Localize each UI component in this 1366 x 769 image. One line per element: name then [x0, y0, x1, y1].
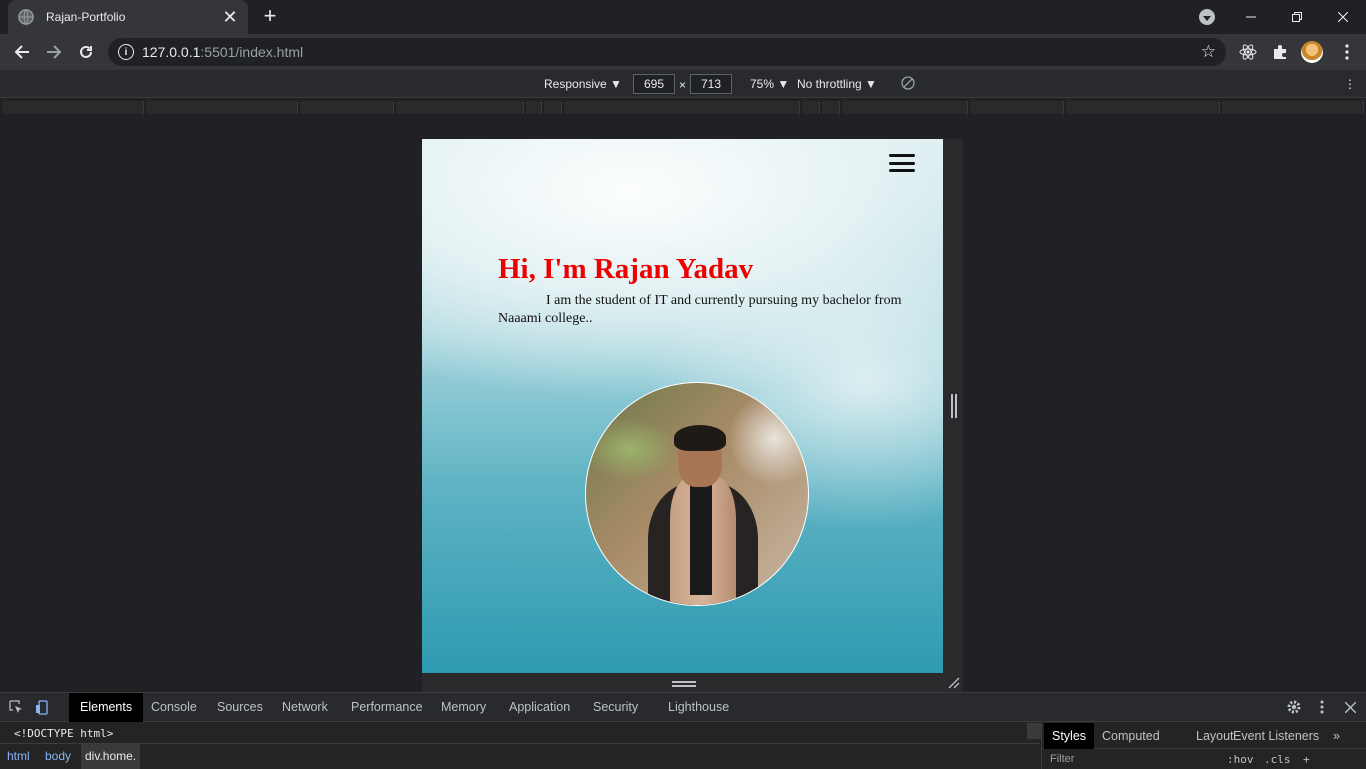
throttling-select[interactable]: No throttling ▼	[797, 77, 877, 91]
tab-event-listeners[interactable]: Event Listeners	[1225, 723, 1327, 749]
globe-icon	[18, 9, 34, 25]
device-toggle-icon[interactable]	[33, 698, 51, 716]
new-rule-icon[interactable]: +	[1303, 753, 1310, 766]
breadcrumb-body[interactable]: body	[45, 749, 71, 763]
zoom-select[interactable]: 75% ▼	[750, 77, 789, 91]
tab-sources[interactable]: Sources	[206, 693, 274, 722]
breadcrumb: html body div.home.	[0, 743, 1040, 769]
viewport-width-input[interactable]: 695	[633, 74, 675, 94]
hero-heading: Hi, I'm Rajan Yadav	[498, 253, 754, 285]
browser-menu-icon[interactable]	[1337, 42, 1357, 62]
hov-toggle[interactable]: :hov	[1227, 753, 1254, 766]
tab-close-icon[interactable]: ✕	[222, 8, 238, 26]
forward-icon[interactable]	[42, 40, 66, 64]
hero-intro-text: I am the student of IT and currently pur…	[498, 293, 902, 326]
new-tab-button[interactable]: +	[260, 5, 280, 27]
address-bar[interactable]: i 127.0.0.1 :5501/index.html ☆	[108, 38, 1226, 66]
settings-gear-icon[interactable]	[1285, 698, 1303, 716]
tab-search-icon[interactable]	[1199, 9, 1215, 25]
window-close-icon[interactable]	[1320, 0, 1366, 34]
right-resize-handle-icon[interactable]	[951, 394, 957, 418]
cls-toggle[interactable]: .cls	[1264, 753, 1291, 766]
react-devtools-icon[interactable]	[1238, 42, 1258, 62]
tab-performance[interactable]: Performance	[340, 693, 434, 722]
devtools-tab-bar: Elements Console Sources Network Perform…	[0, 693, 1366, 722]
tab-console[interactable]: Console	[140, 693, 208, 722]
rotate-icon[interactable]	[900, 75, 916, 94]
viewport-height-input[interactable]: 713	[690, 74, 732, 94]
inspect-element-icon[interactable]	[7, 698, 25, 716]
tab-security[interactable]: Security	[582, 693, 649, 722]
reload-icon[interactable]	[74, 40, 98, 64]
portfolio-page: Hi, I'm Rajan Yadav I am the student of …	[422, 139, 943, 673]
tab-elements[interactable]: Elements	[69, 693, 144, 722]
device-more-icon[interactable]: ⋮	[1344, 77, 1356, 91]
tab-title: Rajan-Portfolio	[46, 10, 126, 24]
styles-sidebar: Styles Computed Layout Event Listeners »…	[1041, 723, 1366, 769]
devtools-close-icon[interactable]	[1341, 698, 1359, 716]
device-mode-select[interactable]: Responsive ▼	[544, 77, 622, 91]
extensions-puzzle-icon[interactable]	[1270, 42, 1290, 62]
url-path: :5501/index.html	[200, 44, 304, 60]
more-tabs-icon[interactable]: »	[1325, 723, 1348, 749]
tab-application[interactable]: Application	[498, 693, 581, 722]
devtools-more-icon[interactable]	[1313, 698, 1331, 716]
url-host: 127.0.0.1	[142, 44, 201, 60]
styles-filter-input[interactable]: Filter	[1050, 753, 1074, 765]
devtools-panel: Elements Console Sources Network Perform…	[0, 692, 1366, 769]
minimize-icon[interactable]	[1228, 0, 1274, 34]
tab-computed[interactable]: Computed	[1094, 723, 1168, 749]
tab-styles[interactable]: Styles	[1044, 723, 1095, 749]
profile-photo	[585, 382, 809, 606]
tab-lighthouse[interactable]: Lighthouse	[657, 693, 740, 722]
dimension-separator: ×	[679, 78, 687, 92]
device-toolbar: Responsive ▼ 695 × 713 75% ▼ No throttli…	[0, 70, 1366, 98]
bookmark-star-icon[interactable]: ☆	[1201, 42, 1216, 62]
elements-tree: <!DOCTYPE html> html body div.home.	[0, 723, 1040, 769]
elements-scrollbar[interactable]	[1027, 723, 1041, 739]
hamburger-menu-icon[interactable]	[889, 154, 915, 172]
emulated-viewport-area: Hi, I'm Rajan Yadav I am the student of …	[0, 116, 1366, 692]
bottom-resize-handle-icon[interactable]	[672, 681, 696, 687]
breadcrumb-div-home[interactable]: div.home.	[81, 744, 141, 769]
corner-resize-handle-icon[interactable]	[948, 676, 960, 689]
media-query-bar[interactable]	[0, 99, 1366, 116]
browser-toolbar: i 127.0.0.1 :5501/index.html ☆	[0, 34, 1366, 70]
browser-tab[interactable]: Rajan-Portfolio ✕	[8, 0, 248, 34]
restore-icon[interactable]	[1274, 0, 1320, 34]
back-icon[interactable]	[10, 40, 34, 64]
sidebar-tab-bar: Styles Computed Layout Event Listeners »	[1042, 723, 1366, 749]
tab-memory[interactable]: Memory	[430, 693, 497, 722]
profile-avatar[interactable]	[1301, 41, 1323, 63]
site-info-icon[interactable]: i	[118, 44, 134, 60]
breadcrumb-html[interactable]: html	[7, 749, 30, 763]
tab-network[interactable]: Network	[271, 693, 339, 722]
browser-tab-strip: Rajan-Portfolio ✕ +	[0, 0, 1366, 34]
doctype-node[interactable]: <!DOCTYPE html>	[14, 727, 113, 740]
